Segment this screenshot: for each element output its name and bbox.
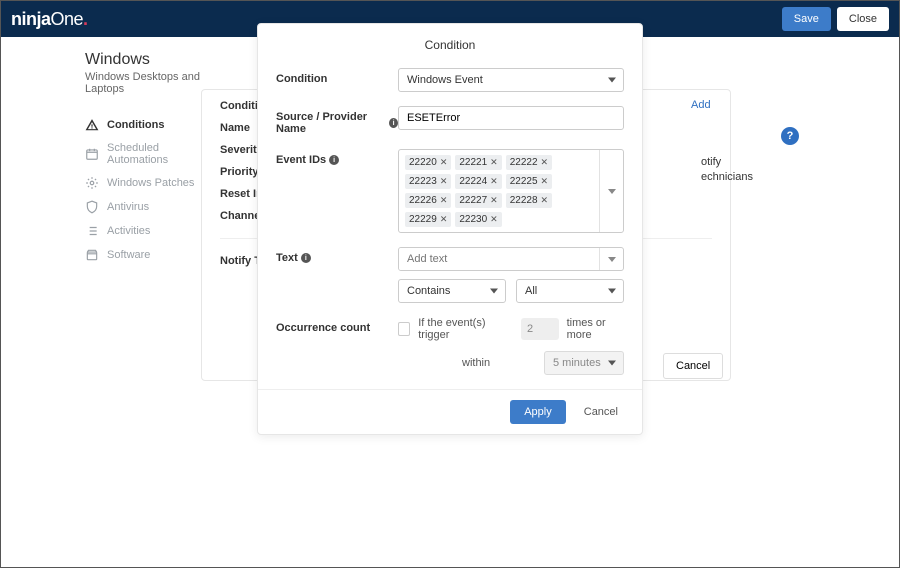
close-button[interactable]: Close	[837, 7, 889, 31]
event-id-tag: 22223✕	[405, 174, 451, 189]
sidebar-item-software[interactable]: Software	[85, 243, 211, 267]
occurrence-text: times or more	[567, 317, 624, 341]
close-icon[interactable]: ✕	[440, 195, 448, 206]
patch-icon	[85, 176, 99, 190]
text-scope-select[interactable]: All	[516, 279, 624, 303]
source-input[interactable]	[398, 106, 624, 130]
cancel-button[interactable]: Cancel	[574, 400, 628, 424]
event-id-tag: 22228✕	[506, 193, 552, 208]
sidebar-item-windows-patches[interactable]: Windows Patches	[85, 171, 211, 195]
sidebar-item-label: Software	[107, 249, 150, 261]
close-icon[interactable]: ✕	[440, 157, 448, 168]
event-id-tag: 22221✕	[455, 155, 501, 170]
occurrence-label: Occurrence count	[276, 317, 398, 334]
sidebar-item-scheduled-automations[interactable]: Scheduled Automations	[85, 137, 211, 171]
occurrence-window-select: 5 minutes	[544, 351, 624, 375]
event-id-tag: 22224✕	[455, 174, 501, 189]
sidebar-item-label: Antivirus	[107, 201, 149, 213]
calendar-icon	[85, 147, 99, 161]
event-id-tag: 22226✕	[405, 193, 451, 208]
chevron-down-icon[interactable]	[599, 248, 623, 270]
modal-title: Condition	[258, 24, 642, 66]
alert-icon	[85, 118, 99, 132]
event-id-tag: 22222✕	[506, 155, 552, 170]
condition-select[interactable]: Windows Event	[398, 68, 624, 92]
event-id-tag: 22225✕	[506, 174, 552, 189]
close-icon[interactable]: ✕	[490, 176, 498, 187]
sidebar-item-label: Activities	[107, 225, 150, 237]
chevron-down-icon[interactable]	[599, 150, 623, 232]
sidebar-item-label: Conditions	[107, 119, 164, 131]
close-icon[interactable]: ✕	[490, 157, 498, 168]
modal-footer: Apply Cancel	[258, 389, 642, 434]
text-input[interactable]	[399, 248, 599, 270]
logo-dot: .	[83, 9, 88, 29]
help-icon[interactable]: ?	[781, 127, 799, 145]
sidebar-nav: Conditions Scheduled Automations Windows…	[85, 113, 211, 267]
eventids-label: Event IDs i	[276, 149, 398, 166]
info-icon[interactable]: i	[301, 253, 311, 263]
sidebar-item-activities[interactable]: Activities	[85, 219, 211, 243]
apply-button[interactable]: Apply	[510, 400, 566, 424]
logo-main: ninja	[11, 9, 51, 29]
text-label: Text i	[276, 247, 398, 264]
event-id-tag: 22229✕	[405, 212, 451, 227]
package-icon	[85, 248, 99, 262]
close-icon[interactable]: ✕	[490, 214, 498, 225]
sidebar-item-conditions[interactable]: Conditions	[85, 113, 211, 137]
close-icon[interactable]: ✕	[541, 157, 549, 168]
logo-suffix: One	[51, 9, 84, 29]
card-cancel-button[interactable]: Cancel	[663, 353, 723, 379]
event-ids-tagbox[interactable]: 22220✕ 22221✕ 22222✕ 22223✕ 22224✕ 22225✕ 2222…	[398, 149, 624, 233]
add-link[interactable]: Add	[691, 99, 711, 111]
condition-label: Condition	[276, 68, 398, 85]
sidebar-item-label: Scheduled Automations	[107, 142, 211, 166]
info-icon[interactable]: i	[389, 118, 398, 128]
occurrence-text: If the event(s) trigger	[418, 317, 505, 341]
sidebar-item-antivirus[interactable]: Antivirus	[85, 195, 211, 219]
sidebar-item-label: Windows Patches	[107, 177, 194, 189]
card-footer: Cancel	[663, 353, 723, 379]
close-icon[interactable]: ✕	[440, 176, 448, 187]
logo: ninjaOne.	[11, 9, 88, 30]
occurrence-count-input: 2	[521, 318, 559, 340]
close-icon[interactable]: ✕	[541, 176, 549, 187]
text-input-wrap	[398, 247, 624, 271]
close-icon[interactable]: ✕	[440, 214, 448, 225]
shield-icon	[85, 200, 99, 214]
event-id-tag: 22227✕	[455, 193, 501, 208]
save-button[interactable]: Save	[782, 7, 831, 31]
close-icon[interactable]: ✕	[541, 195, 549, 206]
event-id-tag: 22230✕	[455, 212, 501, 227]
condition-modal: Condition Condition Windows Event Source…	[257, 23, 643, 435]
occurrence-within-label: within	[462, 357, 490, 369]
right-fragment: otify echnicians	[701, 155, 753, 186]
left-column: Windows Windows Desktops and Laptops Con…	[1, 37, 211, 567]
info-icon[interactable]: i	[329, 155, 339, 165]
topbar-actions: Save Close	[782, 7, 889, 31]
occurrence-checkbox[interactable]	[398, 322, 410, 336]
text-match-select[interactable]: Contains	[398, 279, 506, 303]
close-icon[interactable]: ✕	[490, 195, 498, 206]
event-id-tag: 22220✕	[405, 155, 451, 170]
page-subtitle: Windows Desktops and Laptops	[85, 71, 211, 95]
page-title: Windows	[85, 51, 211, 69]
source-label: Source / Provider Name i	[276, 106, 398, 135]
list-icon	[85, 224, 99, 238]
